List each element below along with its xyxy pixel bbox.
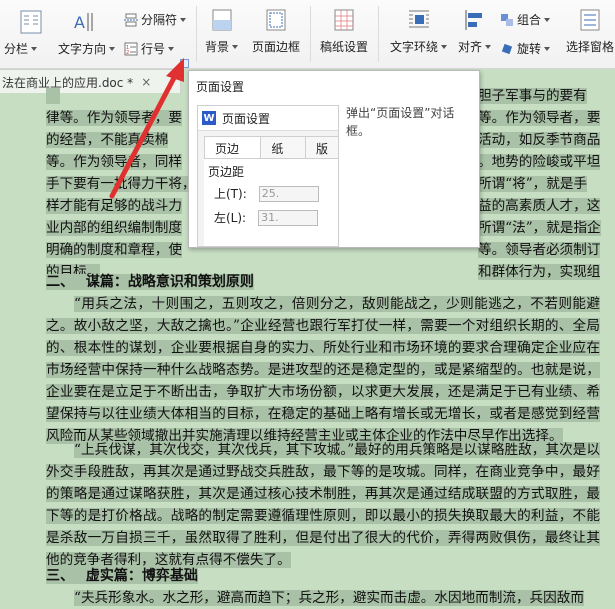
wps-writer-window: A 分栏 文字方向 分隔符 12 行号 背景 页面边框 稿纸设置 文字环绕 对齐… — [0, 0, 615, 609]
annotation-arrow-icon — [109, 58, 184, 199]
